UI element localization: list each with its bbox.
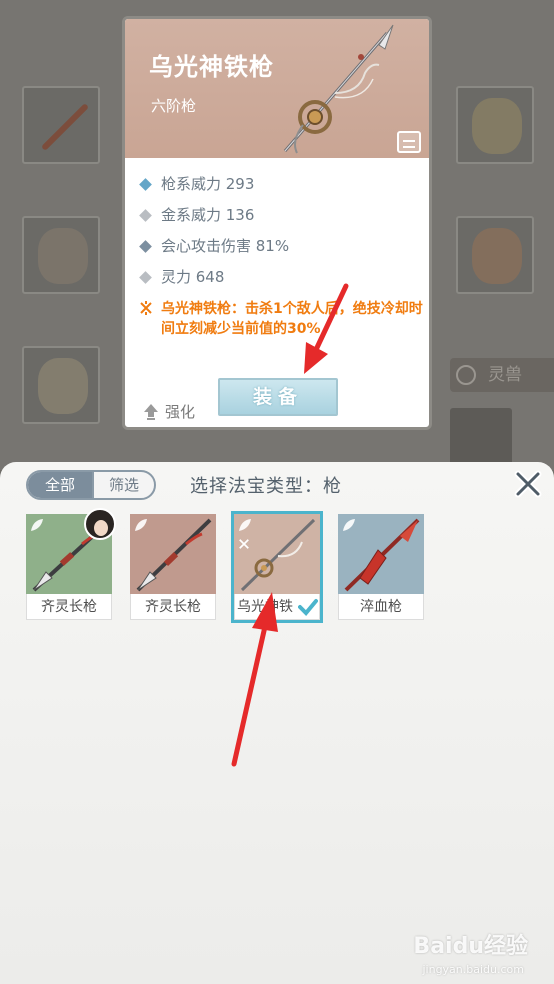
background-item-slot [22,86,100,164]
detail-header: 乌光神铁枪 六阶枪 [125,19,429,158]
upgrade-arrow-icon [144,404,158,420]
item-detail-card: 乌光神铁枪 六阶枪 枪系威力 293 金系威力 136 会心攻击伤害 81% 灵… [122,16,432,430]
stat-label: 金系威力 136 [161,206,255,224]
pet-tab[interactable]: 灵兽 [450,358,554,392]
filter-screen-button[interactable]: 筛选 [92,472,154,498]
weapon-item-cuixue[interactable]: 淬血枪 [338,514,424,620]
effect-icon [140,301,152,315]
upgrade-label: 强化 [165,403,196,421]
stat-list: 枪系威力 293 金系威力 136 会心攻击伤害 81% 灵力 648 [139,169,425,293]
background-item-slot [456,216,534,294]
filter-toggle: 全部 筛选 [26,470,156,500]
weapon-name: 齐灵长枪 [130,594,216,620]
equip-button[interactable]: 装备 [218,378,338,416]
background-item-slot [22,346,100,424]
item-type-badge-icon [397,131,421,153]
red-arrow-icon [304,283,349,374]
background-item-slot [456,86,534,164]
weapon-item-qiling-2[interactable]: 齐灵长枪 [130,514,216,620]
diamond-icon [139,178,152,191]
stat-row: 灵力 648 [139,262,425,293]
pet-tab-label: 灵兽 [488,365,522,385]
upgrade-button[interactable]: 强化 [143,401,195,423]
special-effect-text: 乌光神铁枪：击杀1个敌人后，绝技冷却时间立刻减少当前值的30% [139,299,425,339]
weapon-art [234,514,320,594]
stat-label: 会心攻击伤害 81% [161,237,290,255]
weapon-item-qiling-1[interactable]: 齐灵长枪 [26,508,116,620]
panel-title: 选择法宝类型：枪 [190,476,342,497]
weapon-select-panel: 全部 筛选 选择法宝类型：枪 齐灵长枪 齐灵长枪 淬血枪 Baidu经验 jin… [0,462,554,984]
panel-header: 全部 筛选 选择法宝类型：枪 [0,462,554,508]
diamond-icon [139,240,152,253]
stat-row: 枪系威力 293 [139,169,425,200]
weapon-name: 齐灵长枪 [26,594,112,620]
stat-row: 会心攻击伤害 81% [139,231,425,262]
stat-row: 金系威力 136 [139,200,425,231]
leaf-icon [31,519,43,531]
weapon-art [338,514,424,594]
item-grade: 六阶枪 [151,97,197,115]
leaf-icon [239,519,251,531]
stat-label: 灵力 648 [161,268,225,286]
check-icon [298,599,318,616]
effect-description: 乌光神铁枪：击杀1个敌人后，绝技冷却时间立刻减少当前值的30% [161,301,423,337]
item-name: 乌光神铁枪 [149,53,274,81]
red-arrow-icon [231,592,278,767]
weapon-art [130,514,216,594]
background-item-slot [22,216,100,294]
diamond-icon [139,271,152,284]
close-icon[interactable] [512,468,544,500]
watermark-brand: Baidu经验 [413,934,528,959]
leaf-icon [135,519,147,531]
stat-label: 枪系威力 293 [161,175,255,193]
pet-icon [456,365,476,385]
watermark-url: jingyan.baidu.com [422,963,524,976]
weapon-name: 淬血枪 [338,594,424,620]
avatar [84,508,116,540]
spear-illustration-icon [283,24,394,154]
diamond-icon [139,209,152,222]
effect-mark-icon [239,539,249,549]
background-slot [450,408,512,470]
filter-all-button[interactable]: 全部 [28,472,92,498]
leaf-icon [343,519,355,531]
